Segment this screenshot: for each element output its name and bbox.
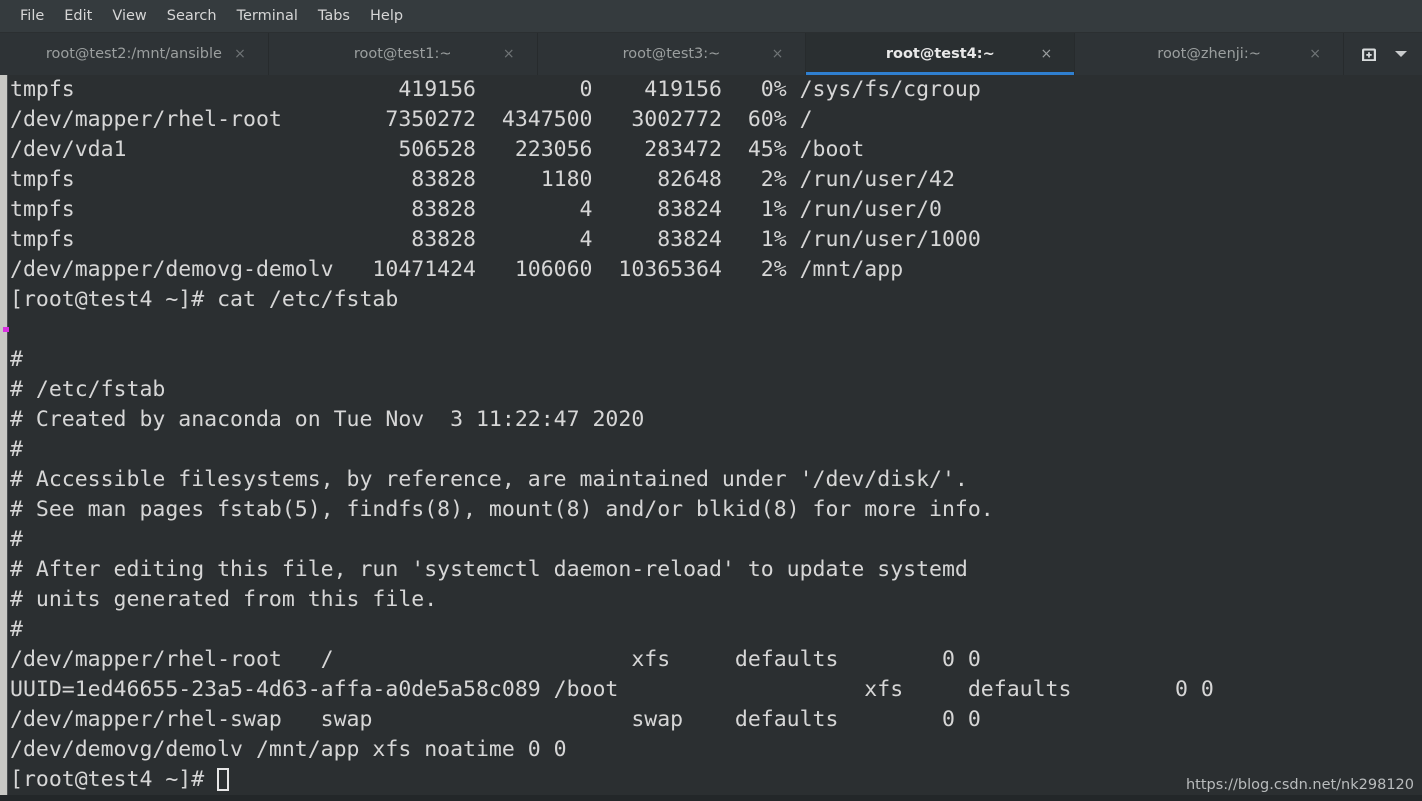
terminal-line: /dev/vda1 506528 223056 283472 45% /boot [10,137,865,162]
menu-item-terminal[interactable]: Terminal [227,6,308,27]
terminal-line: tmpfs 83828 4 83824 1% /run/user/0 [10,197,942,222]
terminal-window: File Edit View Search Terminal Tabs Help… [0,0,1422,801]
tab-bar-controls [1343,33,1422,75]
close-icon[interactable]: × [772,47,784,61]
menu-item-file[interactable]: File [10,6,54,27]
menu-item-search[interactable]: Search [157,6,227,27]
terminal-line: tmpfs 83828 4 83824 1% /run/user/1000 [10,227,981,252]
terminal-command-line: [root@test4 ~]# cat /etc/fstab [10,287,399,312]
terminal-line: /dev/mapper/rhel-swap swap swap defaults… [10,707,981,732]
terminal-line: UUID=1ed46655-23a5-4d63-affa-a0de5a58c08… [10,677,1214,702]
close-icon[interactable]: × [503,47,515,61]
tab-label: root@test1:~ [353,46,452,62]
terminal-scrollbar[interactable] [0,75,9,801]
terminal-line: /dev/demovg/demolv /mnt/app xfs noatime … [10,737,567,762]
tab-label: root@test4:~ [885,46,995,62]
new-tab-icon[interactable] [1359,44,1379,64]
tab-label: root@test3:~ [622,46,721,62]
terminal-line: # [10,527,23,552]
tab-bar: root@test2:/mnt/ansible × root@test1:~ ×… [0,33,1422,75]
terminal-line: /dev/mapper/demovg-demolv 10471424 10606… [10,257,904,282]
close-icon[interactable]: × [1040,47,1052,61]
close-icon[interactable]: × [1309,47,1321,61]
tab-root-test1[interactable]: root@test1:~ × [268,33,538,75]
shell-prompt: [root@test4 ~]# [10,767,218,792]
terminal-line: # After editing this file, run 'systemct… [10,557,968,582]
terminal-line: # [10,347,23,372]
block-cursor-icon [217,768,230,791]
tab-label: root@test2:/mnt/ansible [45,46,222,62]
window-bottom-edge [0,795,1422,801]
scrollbar-marker [3,327,9,332]
menu-bar: File Edit View Search Terminal Tabs Help [0,0,1422,33]
tab-label: root@zhenji:~ [1157,46,1261,62]
watermark: https://blog.csdn.net/nk298120 [1185,777,1414,793]
menu-item-view[interactable]: View [102,6,156,27]
tab-root-test4[interactable]: root@test4:~ × [806,33,1076,75]
chevron-down-icon[interactable] [1394,51,1407,57]
terminal-line: # See man pages fstab(5), findfs(8), mou… [10,497,994,522]
terminal-line: tmpfs 419156 0 419156 0% /sys/fs/cgroup [10,77,981,102]
terminal-line: tmpfs 83828 1180 82648 2% /run/user/42 [10,167,955,192]
close-icon[interactable]: × [234,47,246,61]
menu-item-edit[interactable]: Edit [54,6,102,27]
menu-item-tabs[interactable]: Tabs [308,6,360,27]
tab-root-zhenji[interactable]: root@zhenji:~ × [1075,33,1344,75]
terminal-line: # Accessible filesystems, by reference, … [10,467,968,492]
menu-item-help[interactable]: Help [360,6,413,27]
terminal-line: # /etc/fstab [10,377,166,402]
tab-root-test3[interactable]: root@test3:~ × [537,33,807,75]
terminal-line: # [10,437,23,462]
terminal-line: # units generated from this file. [10,587,438,612]
terminal-line: /dev/mapper/rhel-root / xfs defaults 0 0 [10,647,981,672]
terminal-line: # Created by anaconda on Tue Nov 3 11:22… [10,407,645,432]
tab-root-test2[interactable]: root@test2:/mnt/ansible × [0,33,269,75]
terminal-screen[interactable]: tmpfs 419156 0 419156 0% /sys/fs/cgroup … [8,75,1422,801]
terminal-line: # [10,617,23,642]
terminal-body[interactable]: tmpfs 419156 0 419156 0% /sys/fs/cgroup … [0,75,1422,801]
terminal-line: /dev/mapper/rhel-root 7350272 4347500 30… [10,107,813,132]
